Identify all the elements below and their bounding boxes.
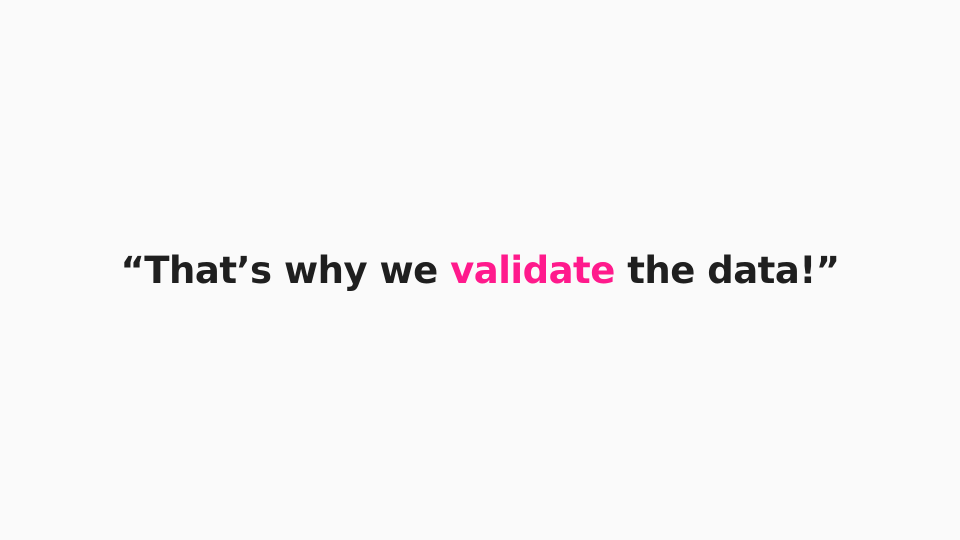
quote-text-start: “That’s why we: [120, 248, 451, 292]
quote-text: “That’s why we validate the data!”: [120, 248, 840, 292]
slide: “That’s why we validate the data!”: [0, 0, 960, 540]
quote-highlight-word: validate: [450, 248, 615, 292]
quote-text-end: the data!”: [614, 248, 840, 292]
